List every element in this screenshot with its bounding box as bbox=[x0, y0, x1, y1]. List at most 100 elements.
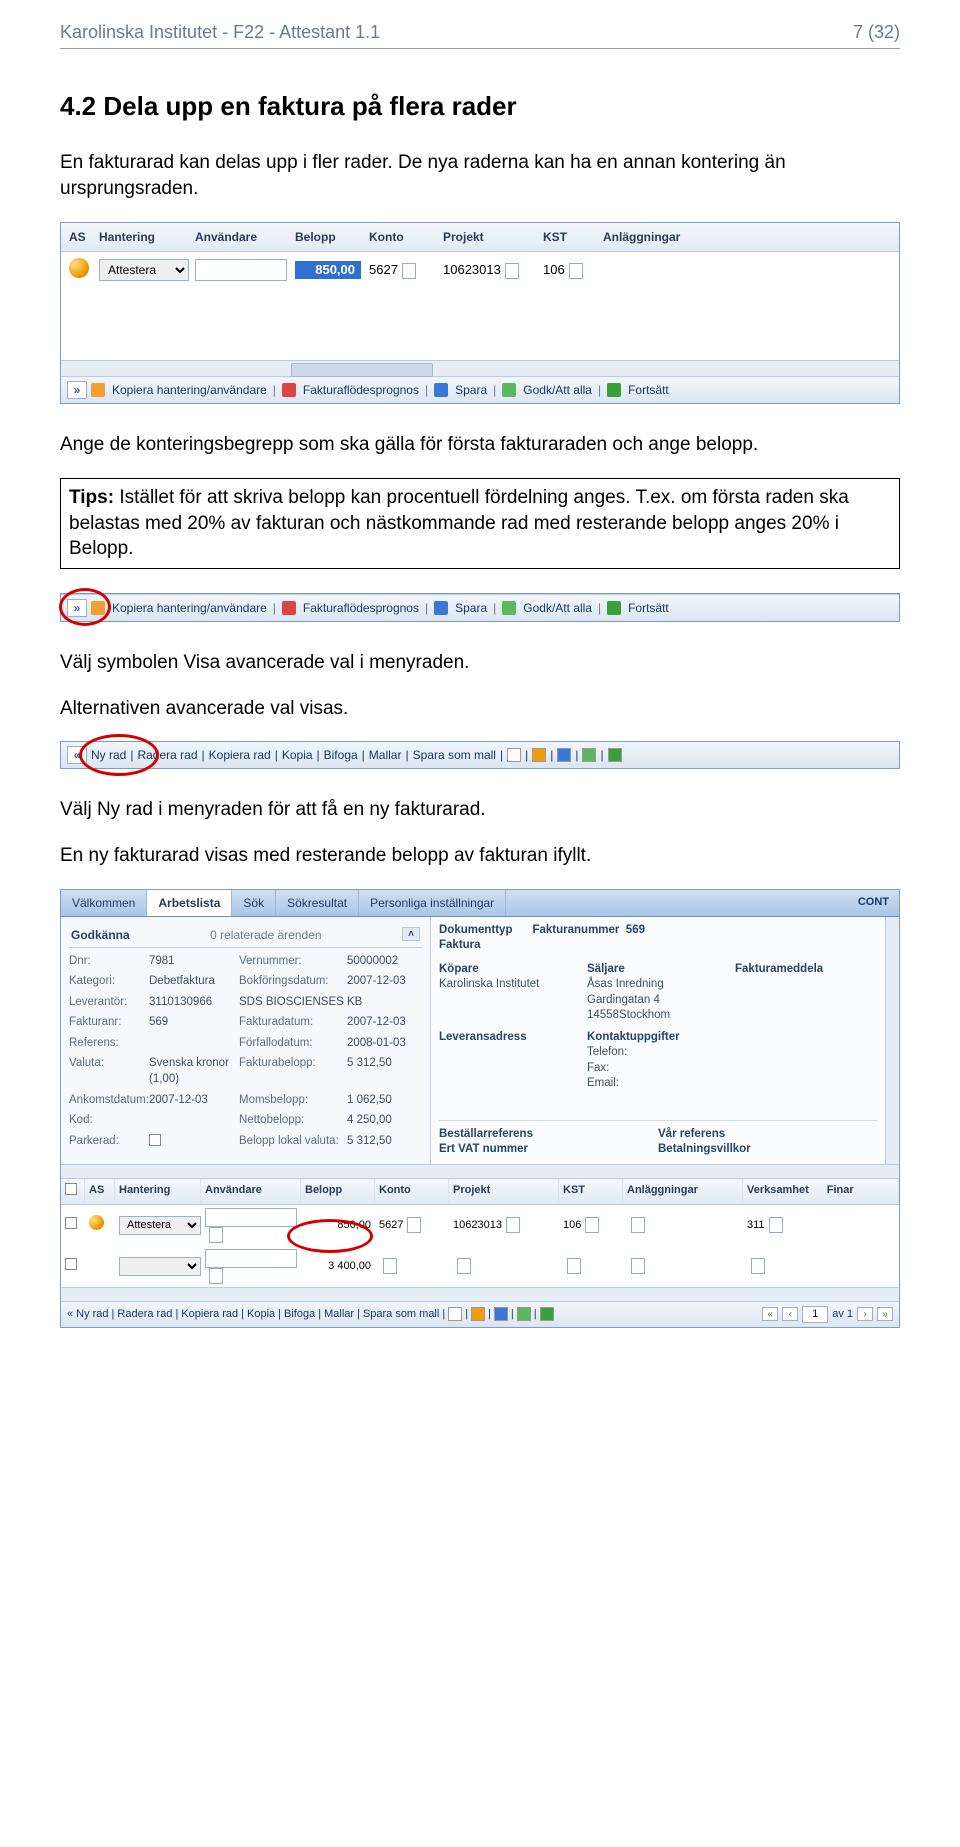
prognosis-link[interactable]: Fakturaflödesprognos bbox=[303, 600, 419, 616]
tab-arbetslista[interactable]: Arbetslista bbox=[147, 890, 232, 916]
vertical-scrollbar[interactable] bbox=[885, 917, 899, 1164]
save-link[interactable]: Spara bbox=[455, 600, 487, 616]
save-link[interactable]: Spara bbox=[455, 382, 487, 398]
kat-value: Debetfaktura bbox=[149, 974, 239, 990]
document-icon[interactable] bbox=[407, 1217, 421, 1233]
next-page-icon[interactable]: › bbox=[857, 1307, 873, 1321]
parkerad-checkbox[interactable] bbox=[149, 1134, 161, 1146]
document-icon[interactable] bbox=[209, 1268, 223, 1284]
chevron-up-icon[interactable]: ˄ bbox=[402, 927, 420, 941]
copy-users-link[interactable]: Kopiera hantering/användare bbox=[112, 600, 267, 616]
select-all-checkbox[interactable] bbox=[65, 1183, 77, 1195]
prognosis-link[interactable]: Fakturaflödesprognos bbox=[303, 382, 419, 398]
doc-header-left: Karolinska Institutet - F22 - Attestant … bbox=[60, 20, 380, 44]
document-icon[interactable] bbox=[751, 1258, 765, 1274]
tab-sokresultat[interactable]: Sökresultat bbox=[276, 890, 359, 916]
collapse-button[interactable]: « bbox=[67, 746, 87, 764]
hantering-select[interactable]: Attestera bbox=[99, 259, 189, 281]
nyrad-link[interactable]: Ny rad bbox=[76, 1307, 108, 1322]
radera-link[interactable]: Radera rad bbox=[137, 747, 197, 763]
approve-all-link[interactable]: Godk/Att alla bbox=[523, 382, 592, 398]
bifoga-link[interactable]: Bifoga bbox=[284, 1307, 315, 1322]
tool-icon[interactable] bbox=[471, 1307, 485, 1321]
kopiera-link[interactable]: Kopiera rad bbox=[181, 1307, 238, 1322]
tab-valkommen[interactable]: Välkommen bbox=[61, 890, 147, 916]
document-icon[interactable] bbox=[457, 1258, 471, 1274]
fakturameddela-label: Fakturameddela bbox=[735, 963, 823, 975]
document-icon[interactable] bbox=[569, 263, 583, 279]
belopp-cell-selected[interactable]: 850,00 bbox=[295, 261, 361, 279]
anvandare-input[interactable] bbox=[195, 259, 287, 281]
document-icon[interactable] bbox=[631, 1217, 645, 1233]
toolbar-4: « Ny rad| Radera rad| Kopiera rad| Kopia… bbox=[61, 1301, 899, 1327]
tool-icon[interactable] bbox=[582, 748, 596, 762]
continue-link[interactable]: Fortsätt bbox=[628, 382, 669, 398]
toolbar-2: » Kopiera hantering/användare | Fakturaf… bbox=[61, 594, 899, 621]
document-icon[interactable] bbox=[769, 1217, 783, 1233]
col-anv: Användare bbox=[201, 1179, 301, 1204]
panel-toolbar-3: « Ny rad| Radera rad| Kopiera rad| Kopia… bbox=[60, 741, 900, 769]
sparamall-link[interactable]: Spara som mall bbox=[413, 747, 496, 763]
mallar-link[interactable]: Mallar bbox=[324, 1307, 354, 1322]
document-icon[interactable] bbox=[402, 263, 416, 279]
first-page-icon[interactable]: « bbox=[762, 1307, 778, 1321]
tool-icon[interactable] bbox=[517, 1307, 531, 1321]
verk-value[interactable]: 311 bbox=[747, 1219, 765, 1231]
mallar-link[interactable]: Mallar bbox=[369, 747, 402, 763]
row-checkbox[interactable] bbox=[65, 1217, 77, 1229]
bel-cell[interactable]: 850,00 bbox=[301, 1215, 375, 1236]
approve-all-link[interactable]: Godk/Att alla bbox=[523, 600, 592, 616]
hant-select[interactable]: Attestera bbox=[119, 1216, 201, 1235]
bel-cell[interactable]: 3 400,00 bbox=[301, 1256, 375, 1277]
tool-icon[interactable] bbox=[507, 748, 521, 762]
kopia-link[interactable]: Kopia bbox=[282, 747, 313, 763]
horizontal-scrollbar[interactable] bbox=[61, 1287, 899, 1301]
document-icon[interactable] bbox=[567, 1258, 581, 1274]
continue-link[interactable]: Fortsätt bbox=[628, 600, 669, 616]
prognosis-icon bbox=[282, 601, 296, 615]
copy-users-link[interactable]: Kopiera hantering/användare bbox=[112, 382, 267, 398]
tab-sok[interactable]: Sök bbox=[232, 890, 276, 916]
tool-icon[interactable] bbox=[448, 1307, 462, 1321]
anv-input[interactable] bbox=[205, 1249, 297, 1268]
right-invoice-pane: Dokumenttyp Faktura Fakturanummer 569 Kö… bbox=[431, 917, 885, 1164]
kopia-link[interactable]: Kopia bbox=[247, 1307, 275, 1322]
tool-icon[interactable] bbox=[540, 1307, 554, 1321]
document-icon[interactable] bbox=[209, 1227, 223, 1243]
horizontal-scrollbar[interactable] bbox=[61, 360, 899, 376]
anv-input[interactable] bbox=[205, 1208, 297, 1227]
document-icon[interactable] bbox=[506, 1217, 520, 1233]
projekt-value[interactable]: 10623013 bbox=[453, 1219, 502, 1231]
document-icon[interactable] bbox=[631, 1258, 645, 1274]
konto-value[interactable]: 5627 bbox=[379, 1219, 403, 1231]
horizontal-scrollbar[interactable] bbox=[61, 1164, 899, 1178]
fnr-value: 569 bbox=[149, 1015, 239, 1031]
tool-icon[interactable] bbox=[532, 748, 546, 762]
nyrad-link[interactable]: Ny rad bbox=[91, 747, 126, 763]
tab-personliga[interactable]: Personliga inställningar bbox=[359, 890, 506, 916]
last-page-icon[interactable]: » bbox=[877, 1307, 893, 1321]
page-input[interactable] bbox=[802, 1306, 828, 1323]
document-icon[interactable] bbox=[505, 263, 519, 279]
kst-value[interactable]: 106 bbox=[543, 262, 565, 277]
kopiera-link[interactable]: Kopiera rad bbox=[209, 747, 271, 763]
hant-select[interactable] bbox=[119, 1257, 201, 1276]
tool-icon[interactable] bbox=[557, 748, 571, 762]
document-icon[interactable] bbox=[585, 1217, 599, 1233]
document-icon[interactable] bbox=[383, 1258, 397, 1274]
expand-button[interactable]: » bbox=[67, 599, 87, 617]
kst-value[interactable]: 106 bbox=[563, 1219, 581, 1231]
collapse-button[interactable]: « bbox=[67, 1307, 73, 1322]
expand-button[interactable]: » bbox=[67, 381, 87, 399]
ank-value: 2007-12-03 bbox=[149, 1093, 239, 1109]
konto-value[interactable]: 5627 bbox=[369, 262, 398, 277]
tool-icon[interactable] bbox=[608, 748, 622, 762]
projekt-value[interactable]: 10623013 bbox=[443, 262, 501, 277]
row-checkbox[interactable] bbox=[65, 1258, 77, 1270]
bifoga-link[interactable]: Bifoga bbox=[324, 747, 358, 763]
prev-page-icon[interactable]: ‹ bbox=[782, 1307, 798, 1321]
radera-link[interactable]: Radera rad bbox=[117, 1307, 172, 1322]
col-hant: Hantering bbox=[115, 1179, 201, 1204]
tool-icon[interactable] bbox=[494, 1307, 508, 1321]
sparamall-link[interactable]: Spara som mall bbox=[363, 1307, 439, 1322]
